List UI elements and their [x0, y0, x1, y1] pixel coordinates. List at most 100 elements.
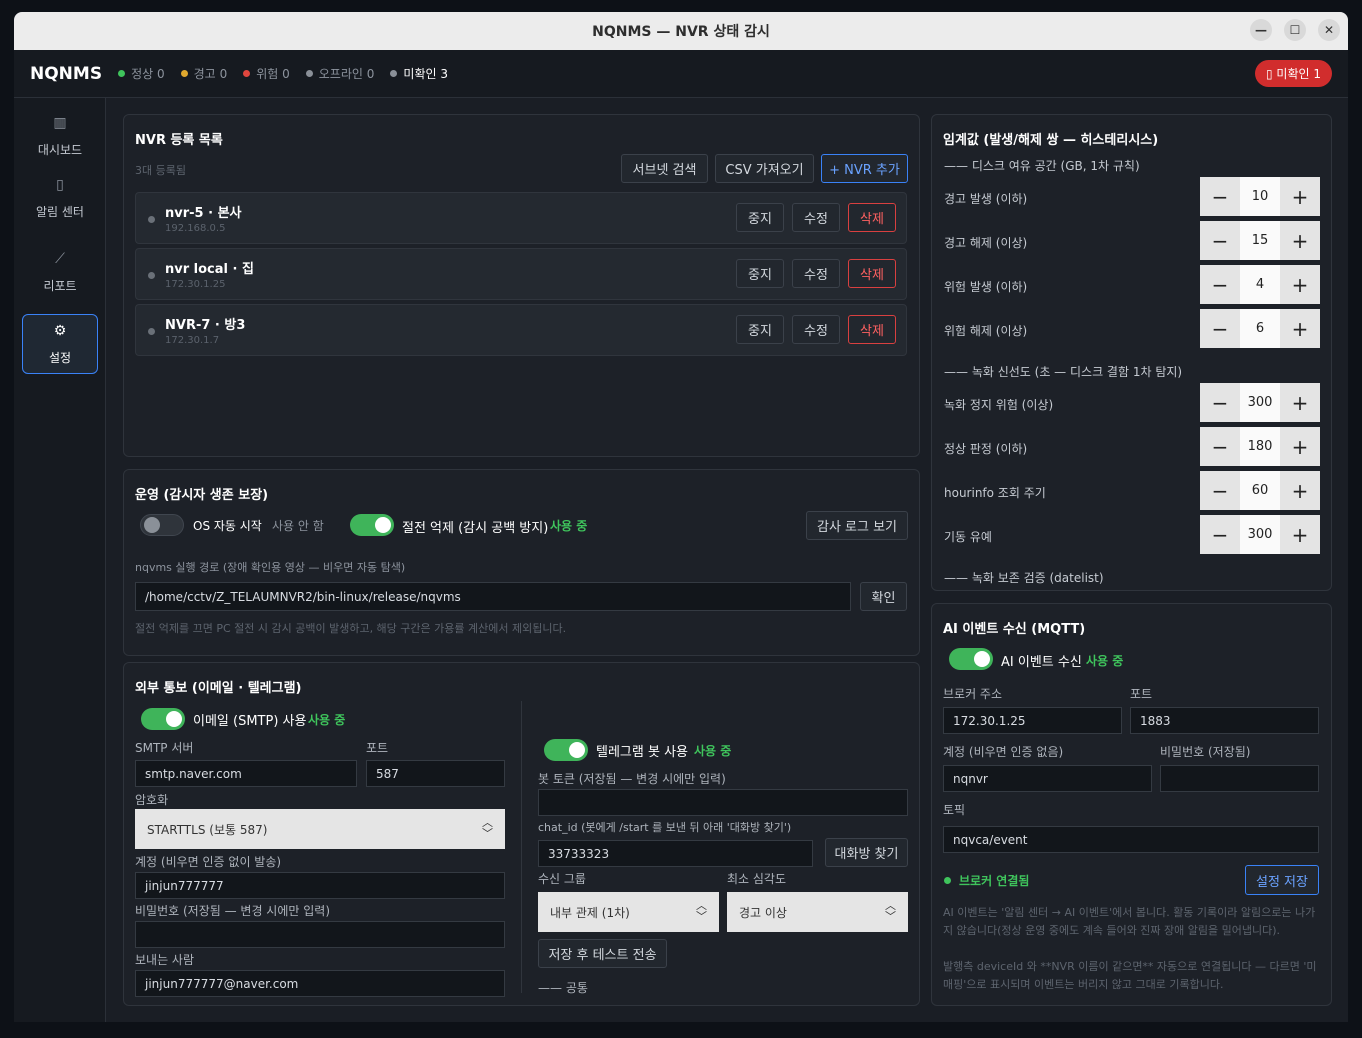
- csv-import-button[interactable]: CSV 가져오기: [715, 154, 814, 183]
- chat-id-input[interactable]: 33733323: [538, 840, 813, 867]
- delete-button[interactable]: 삭제: [848, 315, 896, 344]
- line-chart-icon: ⟋: [55, 250, 65, 267]
- edit-button[interactable]: 수정: [792, 315, 840, 344]
- encryption-select[interactable]: STARTTLS (보통 587) ︿ ﹀: [135, 809, 505, 849]
- stepper[interactable]: − 180 +: [1200, 427, 1320, 466]
- stepper-value[interactable]: 180: [1240, 427, 1280, 466]
- operation-note: 절전 억제를 끄면 PC 절전 시 감시 공백이 발생하고, 해당 구간은 가용…: [135, 622, 567, 635]
- minus-button[interactable]: −: [1200, 427, 1240, 466]
- plus-button[interactable]: +: [1280, 471, 1320, 510]
- minus-button[interactable]: −: [1200, 221, 1240, 260]
- chatid-label: chat_id (봇에게 /start 를 보낸 뒤 아래 '대화방 찾기'): [538, 821, 792, 834]
- stat-warning[interactable]: 경고 0: [180, 65, 227, 82]
- edit-button[interactable]: 수정: [792, 203, 840, 232]
- nvr-row[interactable]: nvr-5 · 본사 192.168.0.5 중지 수정 삭제: [135, 192, 907, 244]
- stepper[interactable]: − 300 +: [1200, 515, 1320, 554]
- mqtt-account-input[interactable]: nqnvr: [943, 765, 1152, 792]
- email-toggle[interactable]: [141, 708, 185, 730]
- path-label: nqvms 실행 경로 (장애 확인용 영상 — 비우면 자동 탐색): [135, 561, 406, 574]
- nosleep-toggle[interactable]: [350, 514, 394, 536]
- plus-button[interactable]: +: [1280, 265, 1320, 304]
- sidebar-item-settings[interactable]: ⚙ 설정: [22, 314, 98, 374]
- stepper-value[interactable]: 15: [1240, 221, 1280, 260]
- path-confirm-button[interactable]: 확인: [860, 582, 907, 611]
- minus-button[interactable]: −: [1200, 471, 1240, 510]
- minus-button[interactable]: −: [1200, 383, 1240, 422]
- stepper[interactable]: − 10 +: [1200, 177, 1320, 216]
- broker-port-input[interactable]: 1883: [1130, 707, 1319, 734]
- minimize-button[interactable]: —: [1250, 19, 1272, 41]
- topic-label: 토픽: [943, 803, 966, 817]
- unacknowledged-button[interactable]: ▯ 미확인 1: [1255, 60, 1332, 87]
- edit-button[interactable]: 수정: [792, 259, 840, 288]
- autostart-toggle[interactable]: [140, 514, 184, 536]
- plus-button[interactable]: +: [1280, 515, 1320, 554]
- mqtt-toggle-state: 사용 중: [1086, 654, 1124, 668]
- audit-log-button[interactable]: 감사 로그 보기: [806, 511, 908, 540]
- stepper-value[interactable]: 60: [1240, 471, 1280, 510]
- stepper[interactable]: − 6 +: [1200, 309, 1320, 348]
- stepper-value[interactable]: 10: [1240, 177, 1280, 216]
- minus-button[interactable]: −: [1200, 177, 1240, 216]
- sender-input[interactable]: jinjun777777@naver.com: [135, 970, 505, 997]
- toggle-knob: [375, 517, 391, 533]
- plus-button[interactable]: +: [1280, 309, 1320, 348]
- maximize-button[interactable]: ☐: [1284, 19, 1306, 41]
- stepper-value[interactable]: 4: [1240, 265, 1280, 304]
- bot-token-input[interactable]: [538, 789, 908, 816]
- stepper[interactable]: − 15 +: [1200, 221, 1320, 260]
- nvr-row[interactable]: nvr local · 집 172.30.1.25 중지 수정 삭제: [135, 248, 907, 300]
- stop-button[interactable]: 중지: [736, 315, 784, 344]
- nqvms-path-input[interactable]: /home/cctv/Z_TELAUMNVR2/bin-linux/releas…: [135, 582, 851, 611]
- stepper-value[interactable]: 300: [1240, 515, 1280, 554]
- mqtt-password-input[interactable]: [1160, 765, 1319, 792]
- stat-critical[interactable]: 위험 0: [243, 65, 290, 82]
- delete-button[interactable]: 삭제: [848, 259, 896, 288]
- panel-title: 외부 통보 (이메일 · 텔레그램): [135, 681, 302, 696]
- nvr-row[interactable]: NVR-7 · 방3 172.30.1.7 중지 수정 삭제: [135, 304, 907, 356]
- save-test-button[interactable]: 저장 후 테스트 전송: [538, 939, 667, 968]
- stop-button[interactable]: 중지: [736, 203, 784, 232]
- close-button[interactable]: ✕: [1318, 19, 1340, 41]
- minus-button[interactable]: −: [1200, 265, 1240, 304]
- smtp-server-input[interactable]: smtp.naver.com: [135, 760, 357, 787]
- telegram-toggle[interactable]: [544, 739, 588, 761]
- stat-normal[interactable]: 정상 0: [118, 65, 165, 82]
- mqtt-toggle[interactable]: [949, 648, 993, 670]
- sidebar-item-dashboard[interactable]: ▥ 대시보드: [22, 106, 98, 166]
- find-chat-button[interactable]: 대화방 찾기: [825, 838, 908, 867]
- chevron-updown-icon: ︿ ﹀: [696, 899, 707, 923]
- plus-button[interactable]: +: [1280, 383, 1320, 422]
- stat-count: 3: [440, 66, 448, 81]
- minus-button[interactable]: −: [1200, 309, 1240, 348]
- subnet-search-button[interactable]: 서브넷 검색: [621, 154, 708, 183]
- stop-button[interactable]: 중지: [736, 259, 784, 288]
- smtp-account-input[interactable]: jinjun777777: [135, 872, 505, 899]
- stepper-value[interactable]: 6: [1240, 309, 1280, 348]
- plus-button[interactable]: +: [1280, 177, 1320, 216]
- stat-count: 0: [366, 66, 375, 81]
- plus-button[interactable]: +: [1280, 221, 1320, 260]
- group-select[interactable]: 내부 관제 (1차) ︿ ﹀: [538, 892, 719, 932]
- broker-address-input[interactable]: 172.30.1.25: [943, 707, 1122, 734]
- stat-unknown[interactable]: 미확인 3: [390, 65, 448, 82]
- smtp-port-input[interactable]: 587: [366, 760, 505, 787]
- smtp-password-input[interactable]: [135, 921, 505, 948]
- stepper-value[interactable]: 300: [1240, 383, 1280, 422]
- sidebar-item-label: 설정: [48, 350, 72, 365]
- topic-input[interactable]: nqvca/event: [943, 826, 1319, 853]
- sidebar-item-reports[interactable]: ⟋ 리포트: [22, 242, 98, 302]
- plus-button[interactable]: +: [1280, 427, 1320, 466]
- toggle-knob: [166, 711, 182, 727]
- sidebar-item-alerts[interactable]: ▯ 알림 센터: [22, 168, 98, 228]
- nvr-count: 3대 등록됨: [135, 164, 186, 177]
- minus-button[interactable]: −: [1200, 515, 1240, 554]
- stat-offline[interactable]: 오프라인 0: [305, 65, 375, 82]
- severity-select[interactable]: 경고 이상 ︿ ﹀: [727, 892, 908, 932]
- delete-button[interactable]: 삭제: [848, 203, 896, 232]
- stepper[interactable]: − 300 +: [1200, 383, 1320, 422]
- stepper[interactable]: − 4 +: [1200, 265, 1320, 304]
- add-nvr-button[interactable]: + NVR 추가: [821, 154, 908, 183]
- save-settings-button[interactable]: 설정 저장: [1245, 865, 1319, 895]
- stepper[interactable]: − 60 +: [1200, 471, 1320, 510]
